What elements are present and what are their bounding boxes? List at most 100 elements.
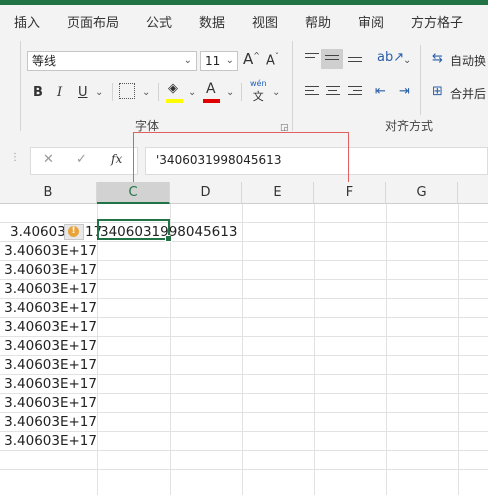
tab-help[interactable]: 帮助 — [305, 12, 331, 31]
bold-button[interactable]: B — [33, 85, 43, 100]
column-header-b[interactable]: B — [0, 182, 97, 204]
chevron-down-icon[interactable]: ⌄ — [188, 87, 196, 98]
cell-b-3[interactable]: 3.40603E+17 — [0, 262, 97, 278]
chevron-down-icon[interactable]: ⌄ — [272, 87, 280, 98]
active-cell-value: 3406031998045613 — [100, 224, 238, 240]
italic-button[interactable]: I — [57, 85, 62, 100]
wrap-text-button[interactable]: 自动换 — [450, 52, 486, 69]
fill-color-swatch — [166, 99, 183, 103]
gridline — [242, 204, 243, 495]
phonetic-button[interactable]: wén 文 — [250, 79, 267, 104]
row-gridline — [0, 412, 488, 413]
row-gridline — [0, 431, 488, 432]
error-warning-button[interactable]: ! — [64, 224, 84, 240]
divider — [112, 83, 113, 101]
row-gridline — [0, 393, 488, 394]
fill-color-icon[interactable]: ◈ — [168, 81, 178, 96]
cell-b-6[interactable]: 3.40603E+17 — [0, 319, 97, 335]
column-header-e[interactable]: E — [242, 182, 314, 204]
gridline — [458, 204, 459, 495]
align-bottom-icon[interactable] — [348, 57, 362, 65]
merge-center-icon[interactable]: ⊞ — [432, 84, 443, 99]
divider — [420, 45, 421, 115]
divider — [158, 83, 159, 101]
decrease-font-icon: A — [266, 53, 275, 69]
drag-handle-icon[interactable]: ⋮ — [10, 152, 20, 163]
tab-insert[interactable]: 插入 — [14, 12, 40, 31]
cell-b-1[interactable]: 3.40603 — [10, 224, 66, 240]
row-gridline — [0, 469, 488, 470]
row-gridline — [0, 241, 488, 242]
ribbon-tab-bar: 插入 页面布局 公式 数据 视图 帮助 审阅 方方格子 — [0, 5, 488, 35]
align-right-icon[interactable] — [348, 86, 362, 98]
borders-icon[interactable] — [119, 83, 135, 99]
phonetic-pinyin: wén — [250, 79, 267, 88]
warning-icon: ! — [68, 226, 79, 237]
chevron-down-icon[interactable]: ⌄ — [226, 87, 234, 98]
increase-font-icon: A — [243, 50, 254, 68]
align-center-icon[interactable] — [326, 86, 340, 98]
chevron-down-icon: ⌄ — [183, 55, 192, 66]
alignment-group-label: 对齐方式 — [385, 119, 434, 133]
wrap-text-icon[interactable]: ⇆ — [432, 51, 443, 66]
chevron-down-icon[interactable]: ⌄ — [95, 87, 103, 98]
cell-b-11[interactable]: 3.40603E+17 — [0, 414, 97, 430]
group-separator — [20, 41, 21, 131]
chevron-down-icon[interactable]: ⌄ — [403, 55, 411, 66]
tab-formulas[interactable]: 公式 — [146, 12, 172, 31]
merge-center-button[interactable]: 合并后 — [450, 85, 486, 102]
increase-font-button[interactable]: A^ — [243, 50, 260, 68]
tab-data[interactable]: 数据 — [199, 12, 225, 31]
underline-button[interactable]: U — [78, 85, 88, 100]
align-middle-icon — [325, 55, 339, 63]
cancel-icon[interactable]: ✕ — [43, 152, 54, 167]
cell-b-9[interactable]: 3.40603E+17 — [0, 376, 97, 392]
font-name-combobox[interactable]: 等线 ⌄ — [27, 51, 197, 71]
row-gridline — [0, 374, 488, 375]
row-gridline — [0, 222, 488, 223]
chevron-down-icon[interactable]: ⌄ — [142, 87, 150, 98]
row-gridline — [0, 450, 488, 451]
enter-icon[interactable]: ✓ — [76, 152, 87, 167]
font-size-combobox[interactable]: 11 ⌄ — [200, 51, 238, 71]
tab-fangfang[interactable]: 方方格子 — [411, 12, 463, 31]
decrease-font-button[interactable]: Aˇ — [266, 52, 279, 68]
row-gridline — [0, 355, 488, 356]
ribbon: 等线 ⌄ 11 ⌄ A^ Aˇ B I U ⌄ ⌄ ◈ ⌄ A ⌄ wén 文 ⌄… — [0, 35, 488, 139]
cell-value: 3.40603 — [10, 224, 66, 240]
column-header-next[interactable] — [458, 182, 488, 204]
row-gridline — [0, 317, 488, 318]
row-gridline — [0, 279, 488, 280]
font-color-swatch — [203, 99, 220, 103]
tab-page-layout[interactable]: 页面布局 — [67, 12, 119, 31]
cell-b-10[interactable]: 3.40603E+17 — [0, 395, 97, 411]
column-header-g[interactable]: G — [386, 182, 458, 204]
align-left-icon[interactable] — [305, 86, 319, 98]
tab-view[interactable]: 视图 — [252, 12, 278, 31]
gridline — [170, 204, 171, 495]
align-top-icon[interactable] — [305, 53, 319, 61]
insert-function-icon[interactable]: fx — [111, 152, 122, 166]
cell-b-5[interactable]: 3.40603E+17 — [0, 300, 97, 316]
column-header-f[interactable]: F — [314, 182, 386, 204]
row-gridline — [0, 336, 488, 337]
tab-review[interactable]: 审阅 — [358, 12, 384, 31]
column-header-c[interactable]: C — [97, 182, 170, 204]
font-size-value: 11 — [205, 54, 221, 68]
cell-b-8[interactable]: 3.40603E+17 — [0, 357, 97, 373]
orientation-icon[interactable]: ab↗ — [377, 50, 404, 65]
cell-b-7[interactable]: 3.40603E+17 — [0, 338, 97, 354]
phonetic-char: 文 — [252, 90, 264, 103]
gridline — [97, 204, 98, 495]
gridline — [386, 204, 387, 495]
gridline — [314, 204, 315, 495]
font-color-icon[interactable]: A — [206, 81, 216, 97]
name-box[interactable]: ✕ ✓ fx — [30, 147, 138, 175]
cell-b-12[interactable]: 3.40603E+17 — [0, 433, 97, 449]
cell-b-2[interactable]: 3.40603E+17 — [0, 243, 97, 259]
divider — [241, 83, 242, 101]
decrease-indent-icon[interactable]: ⇤ — [375, 84, 386, 99]
increase-indent-icon[interactable]: ⇥ — [399, 84, 410, 99]
cell-b-4[interactable]: 3.40603E+17 — [0, 281, 97, 297]
column-header-d[interactable]: D — [170, 182, 242, 204]
